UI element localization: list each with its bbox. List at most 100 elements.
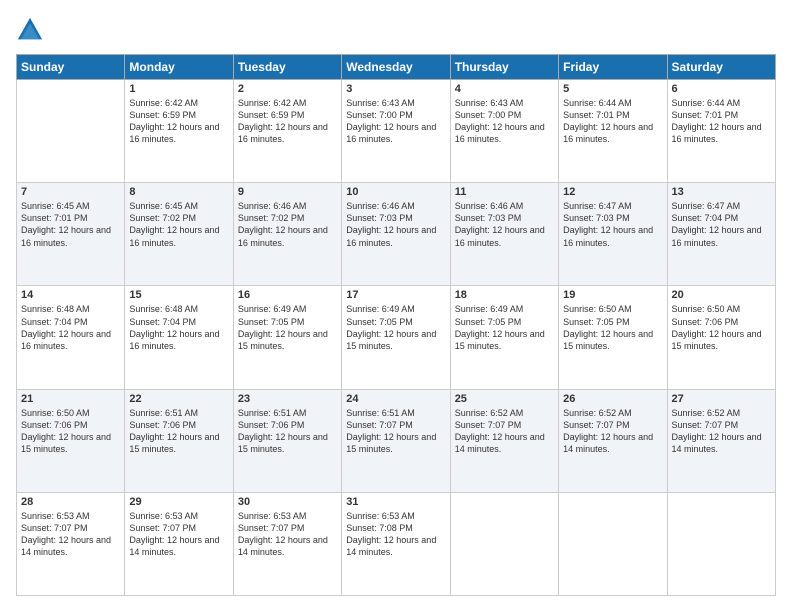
- day-number: 8: [129, 186, 228, 198]
- day-number: 14: [21, 289, 120, 301]
- day-number: 15: [129, 289, 228, 301]
- day-number: 2: [238, 83, 337, 95]
- calendar-cell: 19 Sunrise: 6:50 AMSunset: 7:05 PMDayligh…: [559, 286, 667, 389]
- calendar-cell: 4 Sunrise: 6:43 AMSunset: 7:00 PMDaylight…: [450, 80, 558, 183]
- weekday-header-thursday: Thursday: [450, 55, 558, 80]
- calendar-cell: 9 Sunrise: 6:46 AMSunset: 7:02 PMDaylight…: [233, 183, 341, 286]
- day-number: 6: [672, 83, 771, 95]
- calendar-week-row: 7 Sunrise: 6:45 AMSunset: 7:01 PMDaylight…: [17, 183, 776, 286]
- calendar-cell: 18 Sunrise: 6:49 AMSunset: 7:05 PMDayligh…: [450, 286, 558, 389]
- cell-info: Sunrise: 6:43 AMSunset: 7:00 PMDaylight:…: [346, 97, 445, 146]
- cell-info: Sunrise: 6:45 AMSunset: 7:01 PMDaylight:…: [21, 200, 120, 249]
- day-number: 11: [455, 186, 554, 198]
- calendar-cell: 10 Sunrise: 6:46 AMSunset: 7:03 PMDayligh…: [342, 183, 450, 286]
- day-number: 20: [672, 289, 771, 301]
- cell-info: Sunrise: 6:51 AMSunset: 7:07 PMDaylight:…: [346, 407, 445, 456]
- cell-info: Sunrise: 6:42 AMSunset: 6:59 PMDaylight:…: [238, 97, 337, 146]
- calendar-cell: 29Sunrise: 6:53 AMSunset: 7:07 PMDayligh…: [125, 492, 233, 595]
- calendar-cell: 8 Sunrise: 6:45 AMSunset: 7:02 PMDaylight…: [125, 183, 233, 286]
- calendar-cell: 30 Sunrise: 6:53 AMSunset: 7:07 PMDayligh…: [233, 492, 341, 595]
- calendar-cell: [667, 492, 775, 595]
- cell-info: Sunrise: 6:43 AMSunset: 7:00 PMDaylight:…: [455, 97, 554, 146]
- calendar-cell: 25Sunrise: 6:52 AMSunset: 7:07 PMDayligh…: [450, 389, 558, 492]
- cell-info: Sunrise: 6:53 AMSunset: 7:07 PMDaylight:…: [21, 510, 120, 559]
- day-number: 26: [563, 393, 662, 405]
- cell-info: Sunrise: 6:51 AMSunset: 7:06 PMDaylight:…: [238, 407, 337, 456]
- weekday-header-tuesday: Tuesday: [233, 55, 341, 80]
- calendar-cell: 15 Sunrise: 6:48 AMSunset: 7:04 PMDayligh…: [125, 286, 233, 389]
- day-number: 27: [672, 393, 771, 405]
- cell-info: Sunrise: 6:47 AMSunset: 7:03 PMDaylight:…: [563, 200, 662, 249]
- cell-info: Sunrise: 6:52 AMSunset: 7:07 PMDaylight:…: [563, 407, 662, 456]
- calendar-cell: [559, 492, 667, 595]
- calendar-cell: 22 Sunrise: 6:51 AMSunset: 7:06 PMDayligh…: [125, 389, 233, 492]
- calendar-cell: 2 Sunrise: 6:42 AMSunset: 6:59 PMDaylight…: [233, 80, 341, 183]
- calendar-cell: 14 Sunrise: 6:48 AMSunset: 7:04 PMDayligh…: [17, 286, 125, 389]
- calendar-cell: 16 Sunrise: 6:49 AMSunset: 7:05 PMDayligh…: [233, 286, 341, 389]
- calendar-cell: 21 Sunrise: 6:50 AMSunset: 7:06 PMDayligh…: [17, 389, 125, 492]
- cell-info: Sunrise: 6:42 AMSunset: 6:59 PMDaylight:…: [129, 97, 228, 146]
- day-number: 31: [346, 496, 445, 508]
- calendar-week-row: 28Sunrise: 6:53 AMSunset: 7:07 PMDayligh…: [17, 492, 776, 595]
- calendar-cell: 5 Sunrise: 6:44 AMSunset: 7:01 PMDaylight…: [559, 80, 667, 183]
- day-number: 24: [346, 393, 445, 405]
- day-number: 13: [672, 186, 771, 198]
- calendar-cell: [450, 492, 558, 595]
- cell-info: Sunrise: 6:48 AMSunset: 7:04 PMDaylight:…: [129, 303, 228, 352]
- cell-info: Sunrise: 6:53 AMSunset: 7:07 PMDaylight:…: [238, 510, 337, 559]
- day-number: 5: [563, 83, 662, 95]
- day-number: 21: [21, 393, 120, 405]
- day-number: 25: [455, 393, 554, 405]
- calendar-cell: 24 Sunrise: 6:51 AMSunset: 7:07 PMDayligh…: [342, 389, 450, 492]
- cell-info: Sunrise: 6:46 AMSunset: 7:02 PMDaylight:…: [238, 200, 337, 249]
- cell-info: Sunrise: 6:49 AMSunset: 7:05 PMDaylight:…: [455, 303, 554, 352]
- calendar-cell: 28Sunrise: 6:53 AMSunset: 7:07 PMDayligh…: [17, 492, 125, 595]
- day-number: 16: [238, 289, 337, 301]
- cell-info: Sunrise: 6:47 AMSunset: 7:04 PMDaylight:…: [672, 200, 771, 249]
- cell-info: Sunrise: 6:53 AMSunset: 7:08 PMDaylight:…: [346, 510, 445, 559]
- calendar-cell: 31 Sunrise: 6:53 AMSunset: 7:08 PMDayligh…: [342, 492, 450, 595]
- weekday-header-wednesday: Wednesday: [342, 55, 450, 80]
- calendar-cell: 7 Sunrise: 6:45 AMSunset: 7:01 PMDaylight…: [17, 183, 125, 286]
- weekday-header-monday: Monday: [125, 55, 233, 80]
- header: [16, 16, 776, 44]
- calendar-cell: 1 Sunrise: 6:42 AMSunset: 6:59 PMDaylight…: [125, 80, 233, 183]
- logo-icon: [16, 16, 44, 44]
- weekday-header-saturday: Saturday: [667, 55, 775, 80]
- calendar-cell: 26 Sunrise: 6:52 AMSunset: 7:07 PMDayligh…: [559, 389, 667, 492]
- day-number: 1: [129, 83, 228, 95]
- cell-info: Sunrise: 6:44 AMSunset: 7:01 PMDaylight:…: [672, 97, 771, 146]
- cell-info: Sunrise: 6:44 AMSunset: 7:01 PMDaylight:…: [563, 97, 662, 146]
- cell-info: Sunrise: 6:50 AMSunset: 7:06 PMDaylight:…: [672, 303, 771, 352]
- weekday-header-sunday: Sunday: [17, 55, 125, 80]
- calendar-cell: 13 Sunrise: 6:47 AMSunset: 7:04 PMDayligh…: [667, 183, 775, 286]
- cell-info: Sunrise: 6:46 AMSunset: 7:03 PMDaylight:…: [346, 200, 445, 249]
- cell-info: Sunrise: 6:49 AMSunset: 7:05 PMDaylight:…: [346, 303, 445, 352]
- day-number: 18: [455, 289, 554, 301]
- calendar-cell: 17Sunrise: 6:49 AMSunset: 7:05 PMDayligh…: [342, 286, 450, 389]
- cell-info: Sunrise: 6:48 AMSunset: 7:04 PMDaylight:…: [21, 303, 120, 352]
- calendar-cell: 12Sunrise: 6:47 AMSunset: 7:03 PMDayligh…: [559, 183, 667, 286]
- cell-info: Sunrise: 6:50 AMSunset: 7:06 PMDaylight:…: [21, 407, 120, 456]
- logo: [16, 16, 48, 44]
- cell-info: Sunrise: 6:50 AMSunset: 7:05 PMDaylight:…: [563, 303, 662, 352]
- day-number: 9: [238, 186, 337, 198]
- calendar-cell: 27 Sunrise: 6:52 AMSunset: 7:07 PMDayligh…: [667, 389, 775, 492]
- cell-info: Sunrise: 6:52 AMSunset: 7:07 PMDaylight:…: [672, 407, 771, 456]
- day-number: 30: [238, 496, 337, 508]
- day-number: 19: [563, 289, 662, 301]
- calendar-week-row: 1 Sunrise: 6:42 AMSunset: 6:59 PMDaylight…: [17, 80, 776, 183]
- page: SundayMondayTuesdayWednesdayThursdayFrid…: [0, 0, 792, 612]
- weekday-header-friday: Friday: [559, 55, 667, 80]
- cell-info: Sunrise: 6:45 AMSunset: 7:02 PMDaylight:…: [129, 200, 228, 249]
- day-number: 7: [21, 186, 120, 198]
- day-number: 4: [455, 83, 554, 95]
- day-number: 10: [346, 186, 445, 198]
- cell-info: Sunrise: 6:51 AMSunset: 7:06 PMDaylight:…: [129, 407, 228, 456]
- calendar-cell: 11Sunrise: 6:46 AMSunset: 7:03 PMDayligh…: [450, 183, 558, 286]
- day-number: 22: [129, 393, 228, 405]
- calendar-cell: 20 Sunrise: 6:50 AMSunset: 7:06 PMDayligh…: [667, 286, 775, 389]
- cell-info: Sunrise: 6:53 AMSunset: 7:07 PMDaylight:…: [129, 510, 228, 559]
- calendar-week-row: 14 Sunrise: 6:48 AMSunset: 7:04 PMDayligh…: [17, 286, 776, 389]
- cell-info: Sunrise: 6:49 AMSunset: 7:05 PMDaylight:…: [238, 303, 337, 352]
